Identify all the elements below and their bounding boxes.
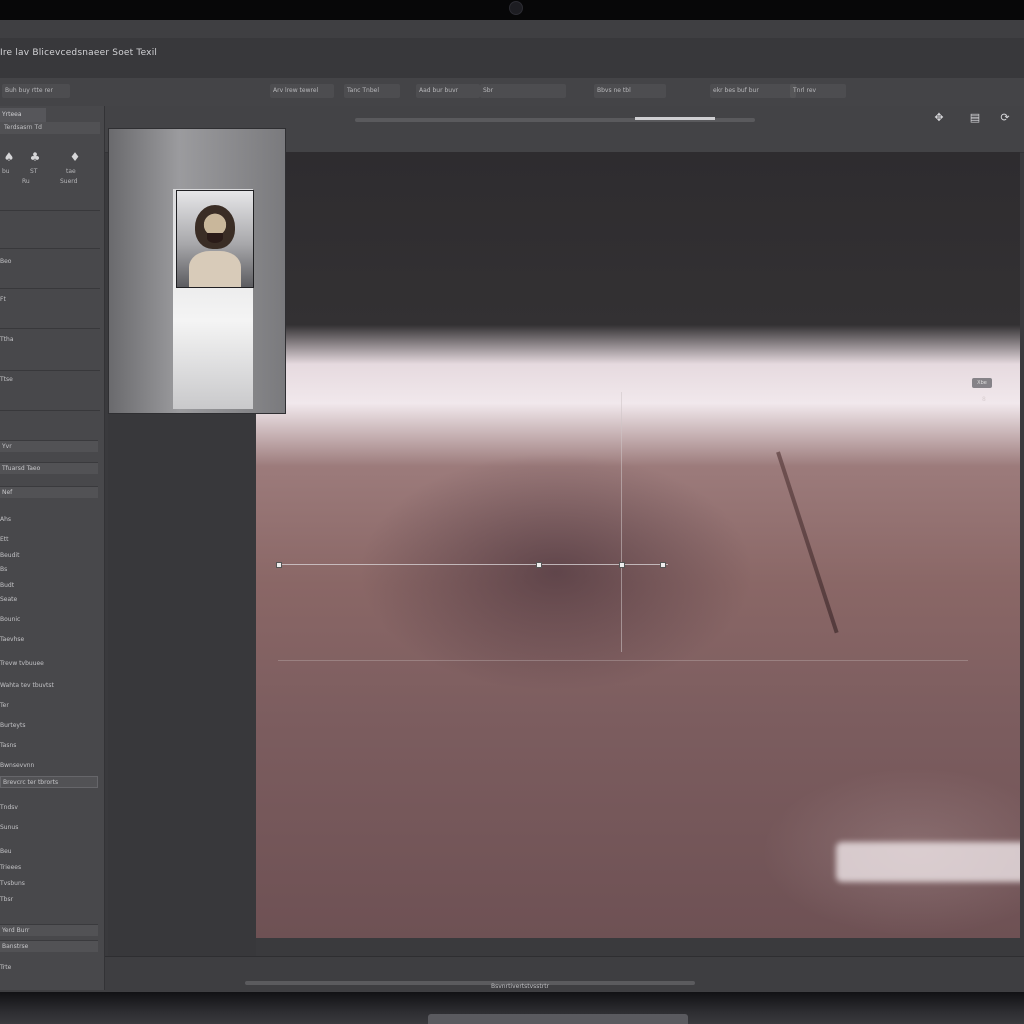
- sidebar-item[interactable]: Ter: [0, 700, 9, 712]
- sidebar-item[interactable]: Ft: [0, 294, 6, 306]
- sidebar-item[interactable]: Wahta tev tbuvtst: [0, 680, 54, 692]
- sidebar-item[interactable]: Ttha: [0, 334, 14, 346]
- option-item[interactable]: ekr bes buf bur: [710, 84, 796, 98]
- sidebar-item[interactable]: Trte: [0, 962, 11, 974]
- sidebar-divider: [0, 248, 100, 249]
- sidebar-item[interactable]: Tndsv: [0, 802, 18, 814]
- sidebar-item[interactable]: Tbsr: [0, 894, 13, 906]
- sidebar-item[interactable]: Trevw tvbuuee: [0, 658, 44, 670]
- sidebar-field[interactable]: Nef: [0, 486, 98, 498]
- webcam-icon: [509, 1, 523, 15]
- sidebar-item[interactable]: Beudit: [0, 550, 19, 562]
- canvas-badge: Xbe: [972, 378, 992, 388]
- tool-icon[interactable]: ♠: [0, 150, 18, 164]
- anchor-point[interactable]: [536, 562, 542, 568]
- sidebar-item[interactable]: Taevhse: [0, 634, 24, 646]
- sidebar-item[interactable]: Sunus: [0, 822, 18, 834]
- guide-line-horizontal-secondary[interactable]: [278, 660, 968, 661]
- zoom-slider-fill: [635, 117, 715, 120]
- option-item[interactable]: Aad bur buvr: [416, 84, 480, 98]
- sidebar-item[interactable]: Budt: [0, 580, 14, 592]
- option-item[interactable]: Tanc Tnbel: [344, 84, 400, 98]
- guide-line-vertical[interactable]: [621, 392, 622, 652]
- panel-icon[interactable]: ▤: [967, 110, 983, 126]
- dog-body: [189, 251, 241, 287]
- canvas-highlight: [836, 842, 1020, 882]
- sidebar-divider: [0, 410, 100, 411]
- sidebar-tab[interactable]: Yrteea: [0, 108, 46, 122]
- option-item[interactable]: Sbr: [480, 84, 566, 98]
- sidebar-item[interactable]: Bs: [0, 564, 7, 576]
- sidebar-item[interactable]: Beu: [0, 846, 12, 858]
- sidebar-field[interactable]: Banstrse: [0, 940, 98, 952]
- sidebar-field-highlighted[interactable]: Brevcrc ter tbrorts: [0, 776, 98, 788]
- guide-line-horizontal[interactable]: [278, 564, 668, 565]
- status-text: Bsvnrtivertstvsstrtr: [491, 983, 550, 990]
- sidebar-item[interactable]: Seate: [0, 594, 17, 606]
- monitor-stand: [428, 1014, 688, 1024]
- screen: Ire lav Blicevcedsnaeer Soet Texil Buh b…: [0, 20, 1024, 992]
- tool-label: ST: [30, 168, 38, 175]
- monitor-bezel-top: [0, 0, 1024, 20]
- options-bar: Buh buy rtte rer Arv lrew tewrel Tanc Tn…: [0, 78, 1024, 107]
- option-item[interactable]: Arv lrew tewrel: [270, 84, 334, 98]
- option-item[interactable]: Buh buy rtte rer: [2, 84, 70, 98]
- image-canvas[interactable]: Xbe 8: [256, 152, 1020, 938]
- sidebar-divider: [0, 328, 100, 329]
- sidebar-divider: [0, 288, 100, 289]
- tool-icon[interactable]: ♦: [66, 150, 84, 164]
- hand-icon[interactable]: ✥: [931, 110, 947, 126]
- anchor-point[interactable]: [619, 562, 625, 568]
- sidebar-item[interactable]: Beo: [0, 256, 11, 268]
- status-bar: Bsvnrtivertstvsstrtr: [105, 956, 1024, 991]
- sidebar-item[interactable]: Ttse: [0, 374, 13, 386]
- option-item[interactable]: Bbvs ne tbl: [594, 84, 666, 98]
- sidebar-item[interactable]: Tvsbuns: [0, 878, 25, 890]
- anchor-point[interactable]: [660, 562, 666, 568]
- sidebar-item[interactable]: Tasns: [0, 740, 16, 752]
- rotate-icon[interactable]: ⟳: [997, 110, 1013, 126]
- sidebar-field[interactable]: Yvr: [0, 440, 98, 452]
- dog-photo-thumbnail[interactable]: [176, 190, 254, 288]
- sidebar-field[interactable]: Tfuarsd Taeo: [0, 462, 98, 474]
- sidebar-item[interactable]: Ett: [0, 534, 9, 546]
- secondary-panel: [108, 412, 256, 960]
- sidebar-divider: [0, 370, 100, 371]
- sidebar-item[interactable]: Trieees: [0, 862, 21, 874]
- sidebar-item[interactable]: Burteyts: [0, 720, 25, 732]
- tool-label: tae: [66, 168, 76, 175]
- horizontal-scrollbar[interactable]: [245, 981, 695, 985]
- sidebar-divider: [0, 210, 100, 211]
- sidebar-item[interactable]: Bounic: [0, 614, 20, 626]
- canvas-ridge: [776, 451, 839, 634]
- window-title: Ire lav Blicevcedsnaeer Soet Texil: [0, 48, 158, 58]
- tool-sublabel: Ru: [22, 178, 30, 185]
- sidebar-item[interactable]: Bwnsevvnn: [0, 760, 34, 772]
- sidebar-item[interactable]: Ahs: [0, 514, 11, 526]
- title-bar: Ire lav Blicevcedsnaeer Soet Texil: [0, 38, 1024, 79]
- left-sidebar: Yrteea Terdsasrn Td ♠ ♣ ♦ bu ST tae Ru S…: [0, 106, 105, 990]
- anchor-point[interactable]: [276, 562, 282, 568]
- sidebar-field[interactable]: Yerd Burr: [0, 924, 98, 936]
- tool-sublabel: Suerd: [60, 178, 78, 185]
- tool-icon[interactable]: ♣: [26, 150, 44, 164]
- option-item[interactable]: Tnrl rev: [790, 84, 846, 98]
- tool-label: bu: [2, 168, 10, 175]
- canvas-marker: 8: [982, 396, 986, 403]
- dog-mouth: [207, 233, 223, 243]
- sidebar-header: Terdsasrn Td: [0, 122, 100, 134]
